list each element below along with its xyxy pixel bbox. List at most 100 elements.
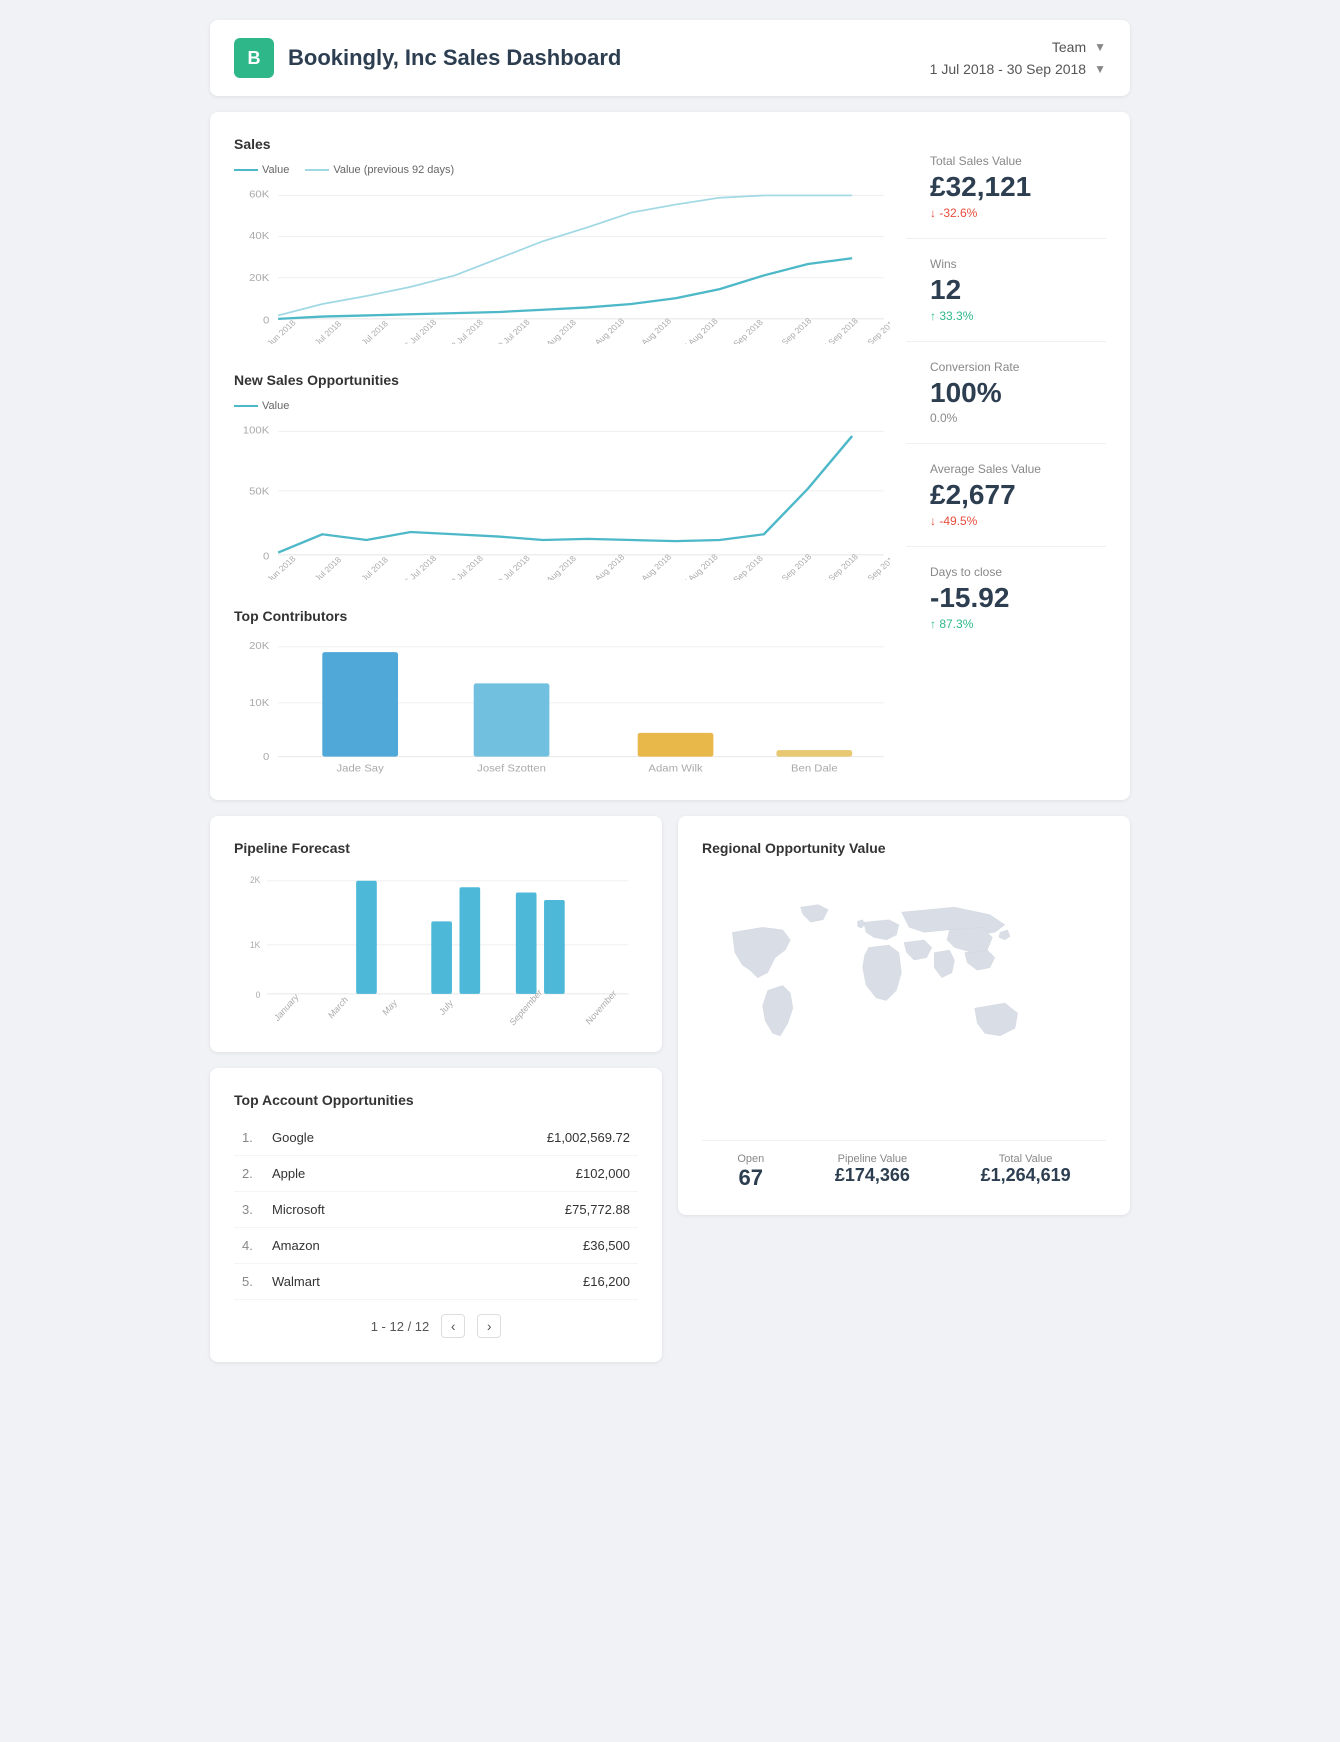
svg-text:17 Sep 2018: 17 Sep 2018	[817, 316, 860, 344]
date-dropdown[interactable]: 1 Jul 2018 - 30 Sep 2018 ▼	[930, 61, 1106, 77]
svg-text:60K: 60K	[249, 189, 270, 200]
svg-text:9 Jul 2018: 9 Jul 2018	[354, 319, 390, 344]
table-row: 2. Apple £102,000	[234, 1156, 638, 1192]
regional-card-wrapper: Regional Opportunity Value	[678, 816, 1130, 1378]
svg-text:20 Aug 2018: 20 Aug 2018	[631, 552, 674, 580]
svg-text:3 Sep 2018: 3 Sep 2018	[726, 553, 766, 580]
svg-text:0: 0	[256, 990, 261, 1001]
avg-sales-label: Average Sales Value	[930, 462, 1082, 476]
value-cell: £36,500	[417, 1228, 638, 1264]
svg-text:Josef Szotten: Josef Szotten	[477, 763, 546, 774]
svg-text:20K: 20K	[249, 641, 269, 652]
pagination-text: 1 - 12 / 12	[371, 1319, 430, 1334]
svg-text:40K: 40K	[249, 230, 270, 241]
team-dropdown-arrow: ▼	[1094, 40, 1106, 54]
sales-legend: Value Value (previous 92 days)	[234, 164, 890, 176]
svg-text:23 Jul 2018: 23 Jul 2018	[446, 553, 486, 580]
bottom-left-col: Pipeline Forecast 2K 1K 0	[210, 816, 662, 1378]
wins-kpi: Wins 12 ↑ 33.3%	[906, 239, 1106, 342]
new-sales-chart-area: 100K 50K 0 5 Jun 2018 2 Jul 2018 9 Jul 2…	[234, 420, 890, 580]
svg-text:13 Aug 2018: 13 Aug 2018	[584, 316, 627, 344]
header-left: B Bookingly, Inc Sales Dashboard	[234, 38, 621, 78]
regional-stats: Open 67 Pipeline Value £174,366 Total Va…	[702, 1140, 1106, 1191]
svg-text:16 Jul 2018: 16 Jul 2018	[399, 317, 439, 344]
new-sales-title: New Sales Opportunities	[234, 372, 890, 388]
date-range-label: 1 Jul 2018 - 30 Sep 2018	[930, 61, 1086, 77]
name-cell: Microsoft	[264, 1192, 417, 1228]
svg-text:2K: 2K	[250, 874, 260, 885]
team-dropdown[interactable]: Team ▼	[1052, 39, 1106, 55]
value-cell: £102,000	[417, 1156, 638, 1192]
total-sales-label: Total Sales Value	[930, 154, 1082, 168]
table-row: 5. Walmart £16,200	[234, 1264, 638, 1300]
main-content-card: Sales Value Value (previous 92 days) 60K…	[210, 112, 1130, 800]
svg-text:27 Aug 2018: 27 Aug 2018	[677, 552, 720, 580]
top-contributors-section: Top Contributors 20K 10K 0	[234, 608, 890, 776]
svg-text:March: March	[326, 994, 349, 1020]
svg-text:100K: 100K	[243, 425, 270, 436]
regional-card: Regional Opportunity Value	[678, 816, 1130, 1215]
svg-text:13 Aug 2018: 13 Aug 2018	[584, 552, 627, 580]
pipeline-value: £174,366	[835, 1165, 910, 1186]
open-stat: Open 67	[737, 1153, 764, 1191]
value-cell: £1,002,569.72	[417, 1120, 638, 1156]
pipeline-stat: Pipeline Value £174,366	[835, 1153, 910, 1191]
date-dropdown-arrow: ▼	[1094, 62, 1106, 76]
total-value: £1,264,619	[981, 1165, 1071, 1186]
svg-text:2 Jul 2018: 2 Jul 2018	[307, 555, 343, 580]
legend-value: Value	[262, 164, 289, 176]
name-cell: Amazon	[264, 1228, 417, 1264]
svg-text:10 Sep 2018: 10 Sep 2018	[771, 316, 814, 344]
days-close-change: ↑ 87.3%	[930, 617, 1082, 631]
pagination: 1 - 12 / 12 ‹ ›	[234, 1314, 638, 1338]
svg-text:23 Jul 2018: 23 Jul 2018	[446, 317, 486, 344]
header-card: B Bookingly, Inc Sales Dashboard Team ▼ …	[210, 20, 1130, 96]
days-close-kpi: Days to close -15.92 ↑ 87.3%	[906, 547, 1106, 649]
sales-chart-title: Sales	[234, 136, 890, 152]
legend-prev-value: Value (previous 92 days)	[333, 164, 454, 176]
world-map-svg	[702, 868, 1106, 1128]
svg-text:17 Sep 2018: 17 Sep 2018	[817, 552, 860, 580]
open-label: Open	[737, 1153, 764, 1165]
page-title: Bookingly, Inc Sales Dashboard	[288, 45, 621, 71]
name-cell: Apple	[264, 1156, 417, 1192]
days-close-value: -15.92	[930, 583, 1082, 614]
total-value-label: Total Value	[981, 1153, 1071, 1165]
pipeline-chart: 2K 1K 0	[234, 868, 638, 1028]
svg-text:Jade Say: Jade Say	[336, 763, 384, 774]
top-contributors-chart: 20K 10K 0	[234, 636, 890, 776]
rank-cell: 2.	[234, 1156, 264, 1192]
header-right: Team ▼ 1 Jul 2018 - 30 Sep 2018 ▼	[930, 39, 1106, 77]
rank-cell: 4.	[234, 1228, 264, 1264]
total-sales-value: £32,121	[930, 172, 1082, 203]
svg-text:6 Aug 2018: 6 Aug 2018	[539, 317, 578, 344]
svg-text:10K: 10K	[249, 698, 269, 709]
name-cell: Google	[264, 1120, 417, 1156]
avg-sales-value: £2,677	[930, 480, 1082, 511]
svg-text:6 Aug 2018: 6 Aug 2018	[539, 553, 578, 580]
value-cell: £16,200	[417, 1264, 638, 1300]
top-accounts-card: Top Account Opportunities 1. Google £1,0…	[210, 1068, 662, 1362]
svg-text:0: 0	[263, 315, 269, 326]
prev-page-button[interactable]: ‹	[441, 1314, 465, 1338]
pipeline-svg: 2K 1K 0	[234, 868, 638, 1028]
charts-column: Sales Value Value (previous 92 days) 60K…	[234, 136, 890, 776]
wins-change: ↑ 33.3%	[930, 309, 1082, 323]
top-contributors-title: Top Contributors	[234, 608, 890, 624]
svg-text:0: 0	[263, 551, 269, 562]
bottom-section: Pipeline Forecast 2K 1K 0	[210, 816, 1130, 1378]
pipeline-value-label: Pipeline Value	[835, 1153, 910, 1165]
new-sales-legend-value: Value	[262, 400, 289, 412]
svg-text:May: May	[381, 997, 399, 1018]
svg-text:Adam Wilk: Adam Wilk	[648, 763, 703, 774]
rank-cell: 3.	[234, 1192, 264, 1228]
open-value: 67	[737, 1165, 764, 1191]
svg-text:10 Sep 2018: 10 Sep 2018	[771, 552, 814, 580]
sales-chart-svg: 60K 40K 20K 0	[234, 184, 890, 344]
team-label: Team	[1052, 39, 1086, 55]
next-page-button[interactable]: ›	[477, 1314, 501, 1338]
svg-text:July: July	[437, 997, 455, 1017]
table-row: 1. Google £1,002,569.72	[234, 1120, 638, 1156]
sales-chart-area: 60K 40K 20K 0	[234, 184, 890, 344]
world-map	[702, 868, 1106, 1128]
